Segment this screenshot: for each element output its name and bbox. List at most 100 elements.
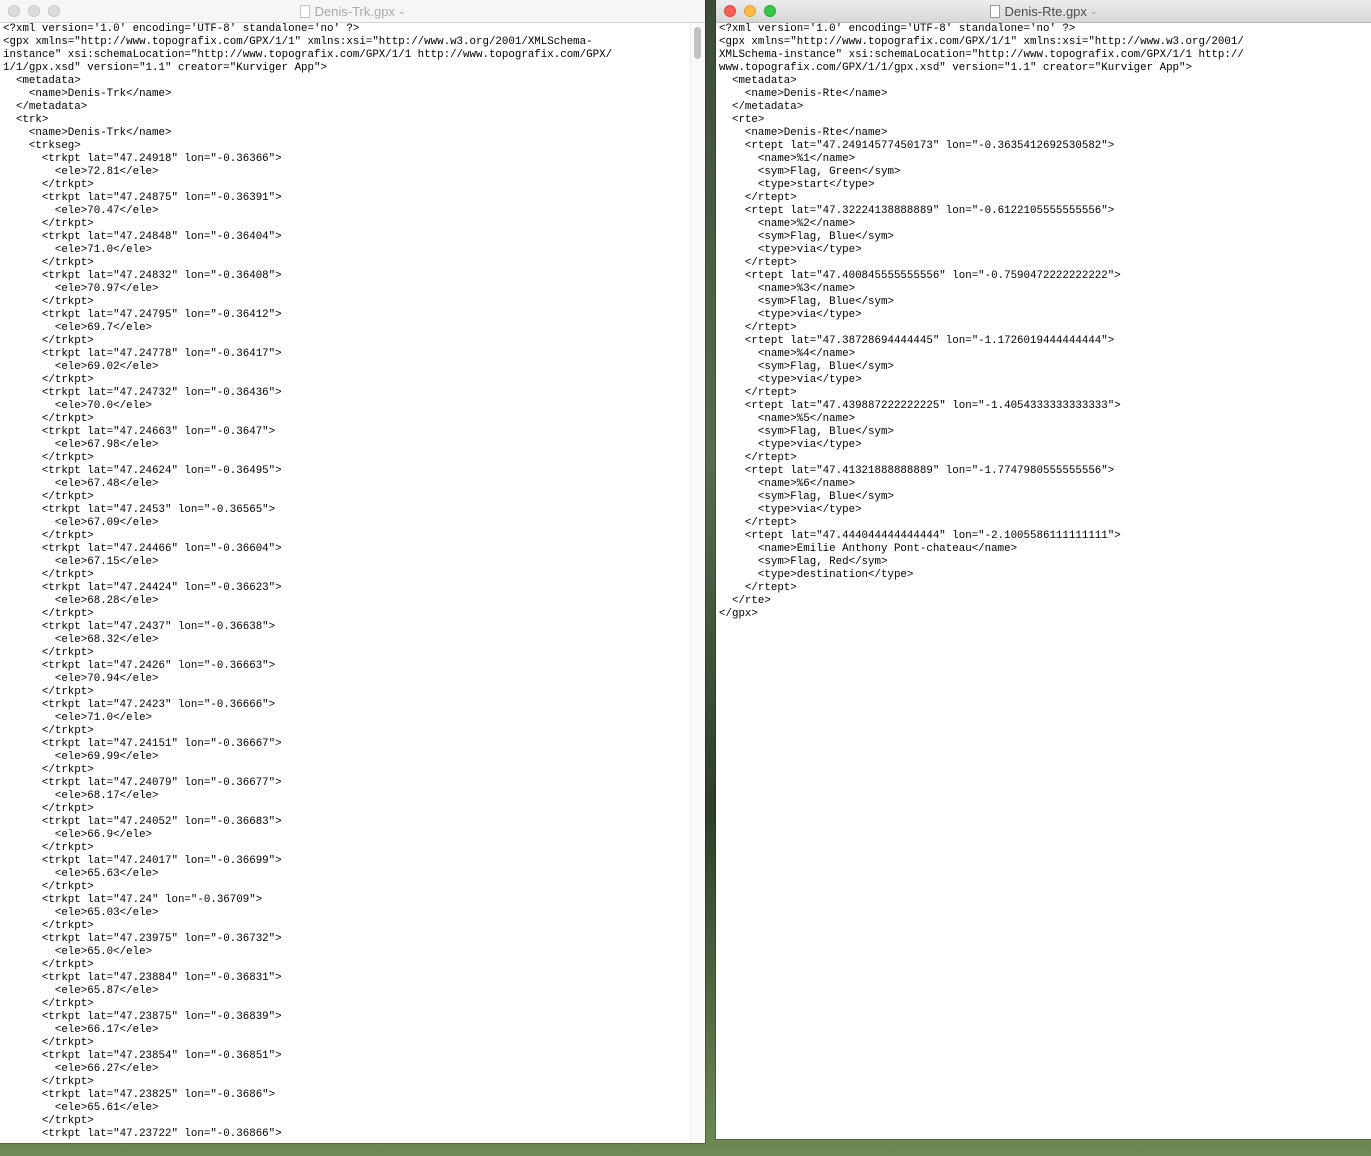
code-line[interactable]: <ele>69.99</ele> <box>3 751 705 764</box>
code-line[interactable]: </trkpt> <box>3 530 705 543</box>
chevron-down-icon[interactable]: ⌄ <box>398 6 406 17</box>
code-line[interactable]: 1/1/gpx.xsd" version="1.1" creator="Kurv… <box>3 62 705 75</box>
code-line[interactable]: <trkpt lat="47.24" lon="-0.36709"> <box>3 894 705 907</box>
code-line[interactable]: </trkpt> <box>3 1076 705 1089</box>
code-line[interactable]: </trkpt> <box>3 803 705 816</box>
code-line[interactable]: <gpx xmlns="http://www.topografix.com/GP… <box>719 36 1371 49</box>
code-line[interactable]: <ele>65.61</ele> <box>3 1102 705 1115</box>
code-line[interactable]: <trkpt lat="47.23875" lon="-0.36839"> <box>3 1011 705 1024</box>
code-line[interactable]: <ele>67.48</ele> <box>3 478 705 491</box>
code-line[interactable]: <ele>69.7</ele> <box>3 322 705 335</box>
code-line[interactable]: <type>destination</type> <box>719 569 1371 582</box>
code-line[interactable]: </rtept> <box>719 517 1371 530</box>
code-line[interactable]: <trkpt lat="47.24466" lon="-0.36604"> <box>3 543 705 556</box>
code-line[interactable]: <name>Denis-Trk</name> <box>3 88 705 101</box>
code-line[interactable]: <sym>Flag, Green</sym> <box>719 166 1371 179</box>
code-line[interactable]: </trkpt> <box>3 335 705 348</box>
window-title[interactable]: Denis-Rte.gpx ⌄ <box>716 0 1371 22</box>
code-line[interactable]: instance" xsi:schemaLocation="http://www… <box>3 49 705 62</box>
code-line[interactable]: <ele>69.02</ele> <box>3 361 705 374</box>
code-line[interactable]: </trkpt> <box>3 569 705 582</box>
code-line[interactable]: <name>%2</name> <box>719 218 1371 231</box>
code-line[interactable]: <trkpt lat="47.2426" lon="-0.36663"> <box>3 660 705 673</box>
title-bar[interactable]: Denis-Rte.gpx ⌄ <box>716 0 1371 23</box>
title-bar[interactable]: Denis-Trk.gpx ⌄ <box>0 0 705 23</box>
code-line[interactable]: <ele>67.15</ele> <box>3 556 705 569</box>
code-line[interactable]: <type>via</type> <box>719 439 1371 452</box>
code-line[interactable]: </trkpt> <box>3 686 705 699</box>
code-line[interactable]: <sym>Flag, Blue</sym> <box>719 361 1371 374</box>
code-line[interactable]: <?xml version='1.0' encoding='UTF-8' sta… <box>719 23 1371 36</box>
code-line[interactable]: <ele>68.32</ele> <box>3 634 705 647</box>
code-line[interactable]: </trkpt> <box>3 452 705 465</box>
text-editor-window-rte[interactable]: Denis-Rte.gpx ⌄ <?xml version='1.0' enco… <box>716 0 1371 1139</box>
code-line[interactable]: <rtept lat="47.400845555555556" lon="-0.… <box>719 270 1371 283</box>
code-line[interactable]: <ele>68.17</ele> <box>3 790 705 803</box>
code-line[interactable]: <rte> <box>719 114 1371 127</box>
code-line[interactable]: <trkpt lat="47.23722" lon="-0.36866"> <box>3 1128 705 1141</box>
code-line[interactable]: www.topografix.com/GPX/1/1/gpx.xsd" vers… <box>719 62 1371 75</box>
code-line[interactable]: <metadata> <box>719 75 1371 88</box>
code-line[interactable]: <ele>66.17</ele> <box>3 1024 705 1037</box>
code-line[interactable]: <type>via</type> <box>719 374 1371 387</box>
code-line[interactable]: <metadata> <box>3 75 705 88</box>
code-line[interactable]: <trkpt lat="47.24778" lon="-0.36417"> <box>3 348 705 361</box>
code-line[interactable]: <sym>Flag, Blue</sym> <box>719 491 1371 504</box>
code-line[interactable]: <ele>70.47</ele> <box>3 205 705 218</box>
code-line[interactable]: <trkpt lat="47.23975" lon="-0.36732"> <box>3 933 705 946</box>
code-line[interactable]: <trkpt lat="47.23854" lon="-0.36851"> <box>3 1050 705 1063</box>
code-line[interactable]: <type>via</type> <box>719 309 1371 322</box>
code-line[interactable]: <ele>65.03</ele> <box>3 907 705 920</box>
code-line[interactable]: </trkpt> <box>3 296 705 309</box>
code-line[interactable]: <ele>68.28</ele> <box>3 595 705 608</box>
code-line[interactable]: <gpx xmlns="http://www.topografix.com/GP… <box>3 36 705 49</box>
code-line[interactable]: <trkpt lat="47.24795" lon="-0.36412"> <box>3 309 705 322</box>
code-line[interactable]: <rtept lat="47.439887222222225" lon="-1.… <box>719 400 1371 413</box>
code-line[interactable]: </trkpt> <box>3 920 705 933</box>
code-line[interactable]: <ele>72.81</ele> <box>3 166 705 179</box>
code-line[interactable]: <name>%1</name> <box>719 153 1371 166</box>
code-line[interactable]: <rtept lat="47.444044444444444" lon="-2.… <box>719 530 1371 543</box>
code-line[interactable]: <name>%5</name> <box>719 413 1371 426</box>
code-line[interactable]: <ele>65.0</ele> <box>3 946 705 959</box>
code-line[interactable]: <name>%6</name> <box>719 478 1371 491</box>
code-line[interactable]: <name>%4</name> <box>719 348 1371 361</box>
code-line[interactable]: <trk> <box>3 114 705 127</box>
code-line[interactable]: </rtept> <box>719 582 1371 595</box>
code-line[interactable]: <trkpt lat="47.2453" lon="-0.36565"> <box>3 504 705 517</box>
code-line[interactable]: </trkpt> <box>3 842 705 855</box>
code-line[interactable]: <trkpt lat="47.24079" lon="-0.36677"> <box>3 777 705 790</box>
scrollbar-thumb[interactable] <box>694 27 701 59</box>
code-line[interactable]: <trkpt lat="47.23825" lon="-0.3686"> <box>3 1089 705 1102</box>
code-line[interactable]: <trkpt lat="47.24732" lon="-0.36436"> <box>3 387 705 400</box>
code-line[interactable]: <ele>70.97</ele> <box>3 283 705 296</box>
code-line[interactable]: <name>%3</name> <box>719 283 1371 296</box>
code-line[interactable]: <trkpt lat="47.24918" lon="-0.36366"> <box>3 153 705 166</box>
code-line[interactable]: </rte> <box>719 595 1371 608</box>
code-line[interactable]: <trkpt lat="47.24832" lon="-0.36408"> <box>3 270 705 283</box>
code-line[interactable]: <?xml version='1.0' encoding='UTF-8' sta… <box>3 23 705 36</box>
code-line[interactable]: </trkpt> <box>3 491 705 504</box>
code-line[interactable]: </trkpt> <box>3 959 705 972</box>
code-line[interactable]: <trkpt lat="47.2437" lon="-0.36638"> <box>3 621 705 634</box>
code-line[interactable]: <trkpt lat="47.2423" lon="-0.36666"> <box>3 699 705 712</box>
code-line[interactable]: <rtept lat="47.32224138888889" lon="-0.6… <box>719 205 1371 218</box>
code-line[interactable]: <trkpt lat="47.24663" lon="-0.3647"> <box>3 426 705 439</box>
code-line[interactable]: </trkpt> <box>3 374 705 387</box>
code-line[interactable]: <type>via</type> <box>719 244 1371 257</box>
code-line[interactable]: <type>via</type> <box>719 504 1371 517</box>
code-line[interactable]: <name>Denis-Trk</name> <box>3 127 705 140</box>
code-line[interactable]: <trkseg> <box>3 140 705 153</box>
code-line[interactable]: </trkpt> <box>3 218 705 231</box>
code-line[interactable]: <trkpt lat="47.24875" lon="-0.36391"> <box>3 192 705 205</box>
code-line[interactable]: <rtept lat="47.41321888888889" lon="-1.7… <box>719 465 1371 478</box>
code-line[interactable]: </trkpt> <box>3 881 705 894</box>
code-line[interactable]: <sym>Flag, Blue</sym> <box>719 231 1371 244</box>
code-line[interactable]: <ele>70.94</ele> <box>3 673 705 686</box>
code-line[interactable]: </rtept> <box>719 387 1371 400</box>
code-line[interactable]: <ele>70.0</ele> <box>3 400 705 413</box>
code-line[interactable]: <trkpt lat="47.24624" lon="-0.36495"> <box>3 465 705 478</box>
code-line[interactable]: </rtept> <box>719 322 1371 335</box>
code-line[interactable]: </rtept> <box>719 452 1371 465</box>
code-line[interactable]: <trkpt lat="47.24052" lon="-0.36683"> <box>3 816 705 829</box>
